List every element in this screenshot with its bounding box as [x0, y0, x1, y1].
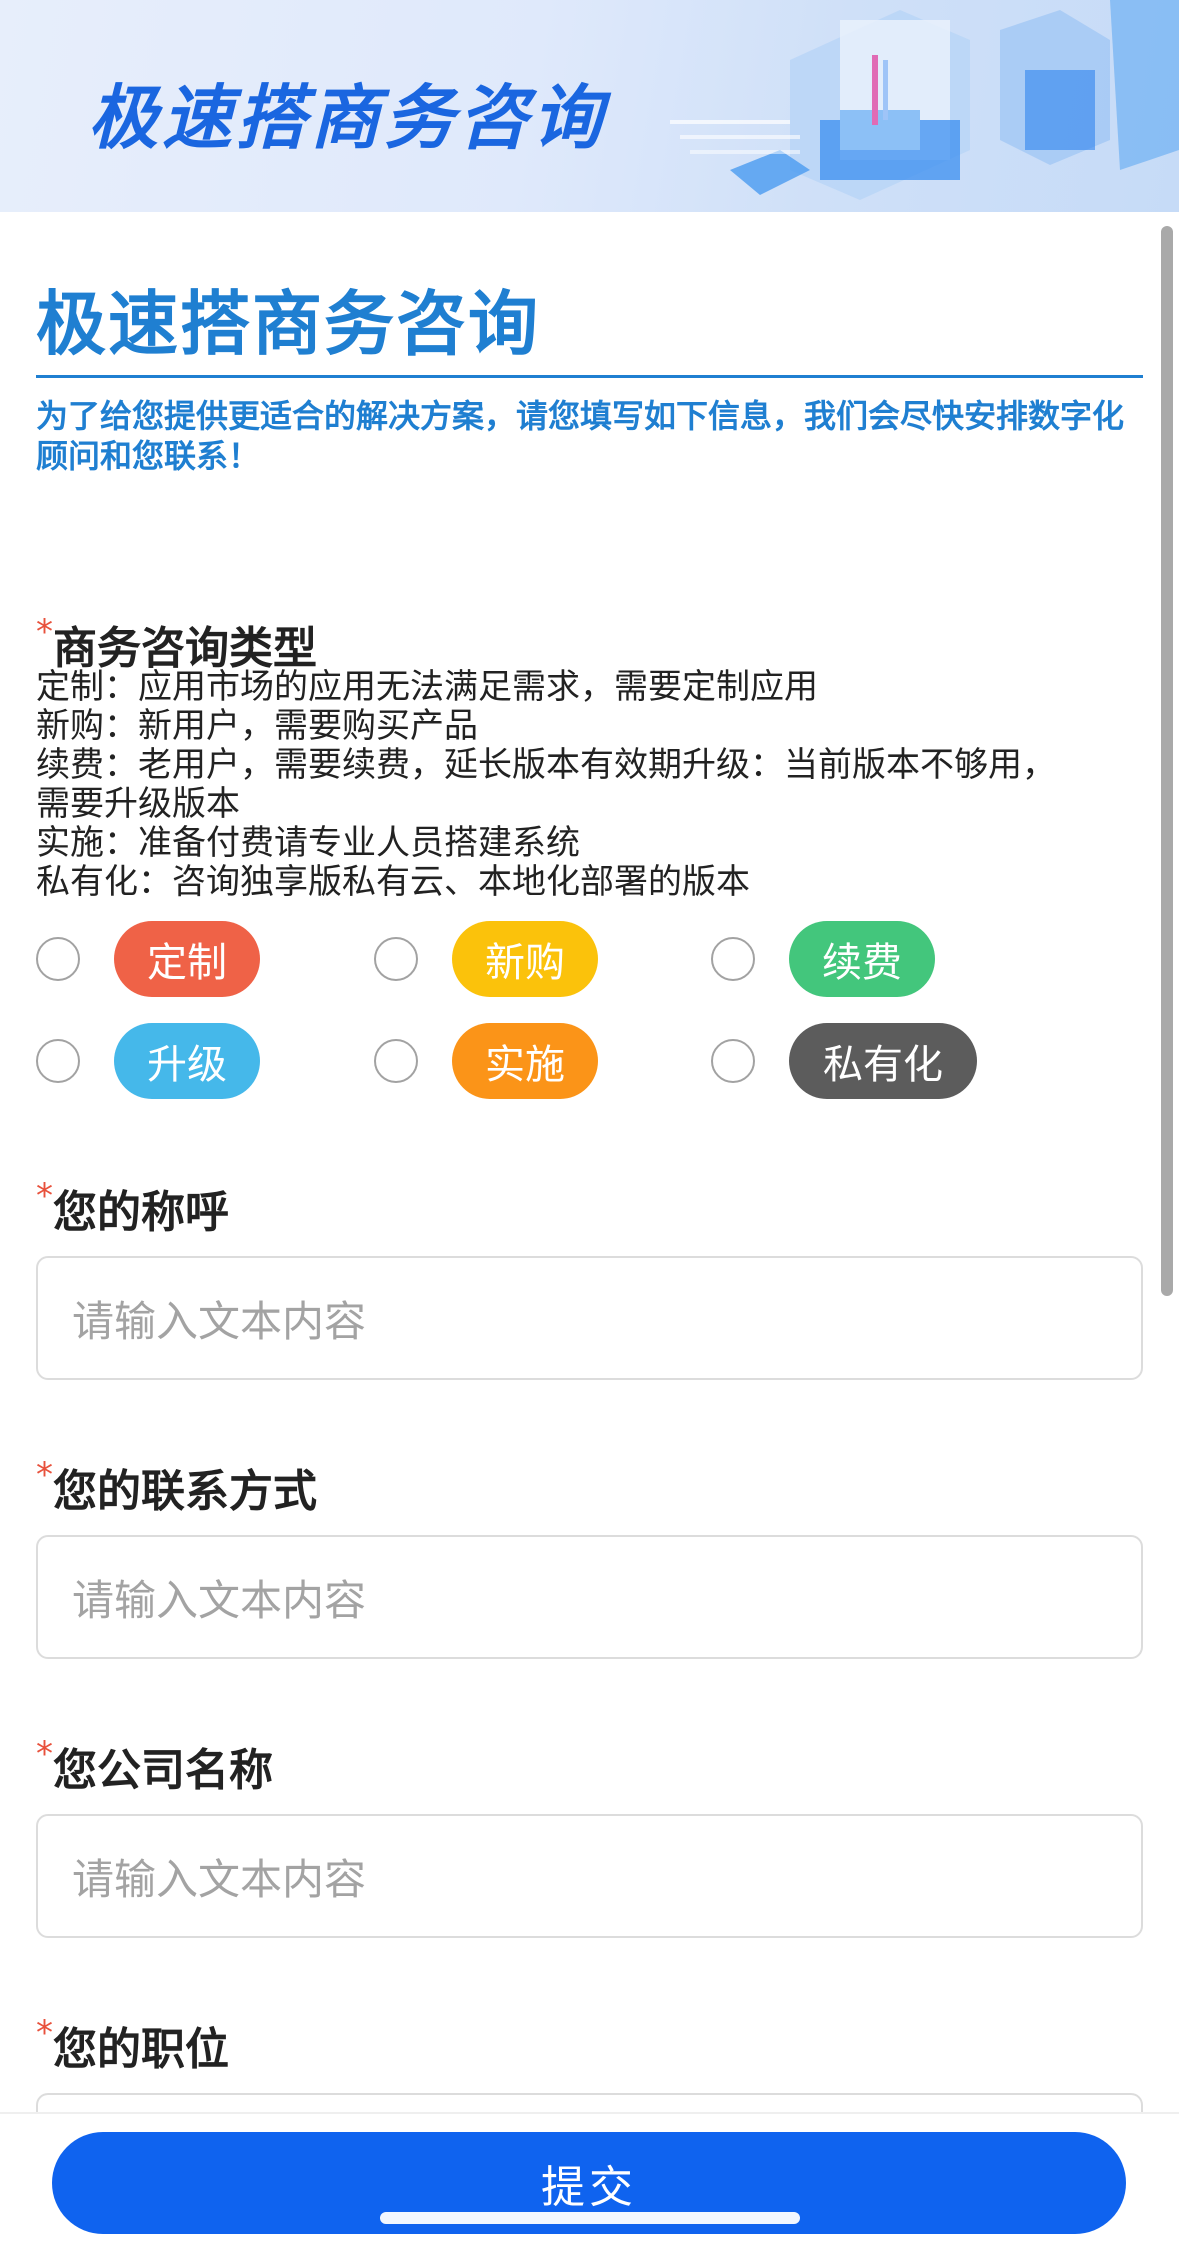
position-label-text: 您的职位 [53, 2024, 229, 2075]
option-new-purchase[interactable]: 新购 [374, 920, 598, 998]
home-indicator [380, 2212, 800, 2224]
description-line: 需要升级版本 [36, 784, 240, 824]
description-line: 实施：准备付费请专业人员搭建系统 [36, 823, 580, 863]
required-mark: * [36, 1734, 53, 1774]
banner-title: 极速搭商务咨询 [88, 77, 606, 159]
radio-button[interactable] [374, 1039, 418, 1083]
required-mark: * [36, 1455, 53, 1495]
position-input[interactable] [36, 2093, 1143, 2113]
description-line: 新购：新用户，需要购买产品 [36, 706, 478, 746]
option-renewal[interactable]: 续费 [711, 920, 935, 998]
option-customize[interactable]: 定制 [36, 920, 260, 998]
company-input[interactable]: 请输入文本内容 [36, 1814, 1143, 1938]
option-tag[interactable]: 私有化 [789, 1023, 977, 1099]
contact-input[interactable]: 请输入文本内容 [36, 1535, 1143, 1659]
scrollbar[interactable] [1161, 226, 1173, 1296]
company-label: *您公司名称 [36, 1734, 273, 1798]
title-divider [36, 375, 1143, 378]
banner-illustration [670, 0, 1179, 200]
option-tag[interactable]: 定制 [114, 921, 260, 997]
name-label-text: 您的称呼 [53, 1187, 229, 1238]
form-title: 极速搭商务咨询 [36, 283, 540, 365]
option-implementation[interactable]: 实施 [374, 1022, 598, 1100]
required-mark: * [36, 1176, 53, 1216]
radio-button[interactable] [711, 1039, 755, 1083]
option-tag[interactable]: 新购 [452, 921, 598, 997]
company-label-text: 您公司名称 [53, 1745, 273, 1796]
description-line: 续费：老用户，需要续费，延长版本有效期升级：当前版本不够用， [36, 745, 1056, 785]
option-tag[interactable]: 续费 [789, 921, 935, 997]
radio-button[interactable] [711, 937, 755, 981]
radio-button[interactable] [374, 937, 418, 981]
form-intro: 为了给您提供更适合的解决方案，请您填写如下信息，我们会尽快安排数字化顾问和您联系… [36, 397, 1125, 475]
header-banner: 极速搭商务咨询 [0, 0, 1179, 212]
option-tag[interactable]: 实施 [452, 1023, 598, 1099]
position-label: *您的职位 [36, 2013, 229, 2077]
radio-button[interactable] [36, 937, 80, 981]
required-mark: * [36, 2013, 53, 2053]
contact-label-text: 您的联系方式 [53, 1466, 317, 1517]
option-upgrade[interactable]: 升级 [36, 1022, 260, 1100]
contact-label: *您的联系方式 [36, 1455, 317, 1519]
bottom-action-bar: 提交 [0, 2112, 1179, 2251]
consult-type-description: 定制：应用市场的应用无法满足需求，需要定制应用 新购：新用户，需要购买产品 续费… [36, 668, 1146, 902]
name-input[interactable]: 请输入文本内容 [36, 1256, 1143, 1380]
radio-button[interactable] [36, 1039, 80, 1083]
description-line: 定制：应用市场的应用无法满足需求，需要定制应用 [36, 667, 818, 707]
name-label: *您的称呼 [36, 1176, 229, 1240]
required-mark: * [36, 612, 53, 652]
consult-type-options: 定制 新购 续费 升级 实施 私有化 [36, 920, 1146, 1120]
option-private-deploy[interactable]: 私有化 [711, 1022, 977, 1100]
option-tag[interactable]: 升级 [114, 1023, 260, 1099]
description-line: 私有化：咨询独享版私有云、本地化部署的版本 [36, 862, 750, 902]
